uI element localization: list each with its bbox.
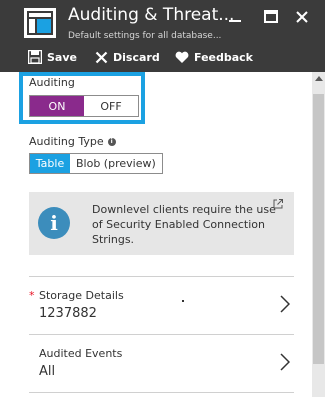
storage-details-value: 1237882 bbox=[39, 306, 97, 321]
heart-icon bbox=[175, 51, 189, 63]
feedback-label: Feedback bbox=[194, 50, 253, 64]
feedback-button[interactable]: Feedback bbox=[175, 46, 253, 68]
info-icon: i bbox=[38, 207, 70, 239]
audited-events-value: All bbox=[39, 364, 56, 379]
external-link-icon[interactable] bbox=[272, 198, 284, 210]
blade-content: Auditing ON OFF Auditing Type i Table Bl… bbox=[0, 72, 312, 397]
blade-title: Auditing & Threat... bbox=[68, 5, 235, 25]
x-icon bbox=[95, 51, 108, 63]
auditing-type-toggle[interactable]: Table Blob (preview) bbox=[29, 153, 163, 174]
storage-details-row[interactable]: * Storage Details 1237882 bbox=[29, 277, 294, 332]
blade: Auditing & Threat... Default settings fo… bbox=[0, 0, 325, 397]
auditing-type-table-option[interactable]: Table bbox=[30, 154, 70, 173]
minimize-icon[interactable] bbox=[226, 8, 244, 26]
auditing-label: Auditing bbox=[29, 76, 75, 89]
auditing-type-label-wrap: Auditing Type i bbox=[29, 135, 116, 148]
close-icon[interactable] bbox=[293, 8, 311, 26]
chevron-right-icon bbox=[280, 295, 290, 313]
save-label: Save bbox=[47, 50, 77, 64]
info-icon[interactable]: i bbox=[107, 137, 116, 146]
required-marker: * bbox=[29, 289, 35, 302]
info-banner-text: Downlevel clients require the use of Sec… bbox=[92, 203, 276, 246]
audited-events-row[interactable]: Audited Events All bbox=[29, 335, 294, 390]
auditing-off-option[interactable]: OFF bbox=[84, 96, 138, 116]
discard-button[interactable]: Discard bbox=[95, 46, 160, 68]
vertical-scrollbar[interactable] bbox=[312, 72, 325, 397]
blade-icon bbox=[24, 8, 56, 38]
storage-details-label: Storage Details bbox=[39, 289, 124, 302]
cursor-dot bbox=[182, 300, 184, 302]
audited-events-label: Audited Events bbox=[39, 347, 123, 360]
auditing-on-option[interactable]: ON bbox=[30, 96, 84, 116]
blade-subtitle: Default settings for all database... bbox=[68, 31, 222, 41]
auditing-type-blob-option[interactable]: Blob (preview) bbox=[70, 154, 162, 173]
info-banner: i Downlevel clients require the use of S… bbox=[29, 192, 294, 255]
divider bbox=[29, 392, 294, 393]
blade-header: Auditing & Threat... Default settings fo… bbox=[0, 0, 325, 72]
command-bar: Save Discard Feedback bbox=[0, 46, 325, 68]
scroll-up-arrow-icon[interactable] bbox=[315, 76, 323, 81]
auditing-toggle[interactable]: ON OFF bbox=[29, 95, 139, 117]
save-button[interactable]: Save bbox=[28, 46, 77, 68]
scroll-thumb[interactable] bbox=[313, 94, 324, 364]
discard-label: Discard bbox=[113, 50, 160, 64]
save-icon bbox=[28, 50, 42, 64]
chevron-right-icon bbox=[280, 353, 290, 371]
auditing-type-label: Auditing Type bbox=[29, 135, 104, 148]
maximize-icon[interactable] bbox=[262, 8, 280, 26]
